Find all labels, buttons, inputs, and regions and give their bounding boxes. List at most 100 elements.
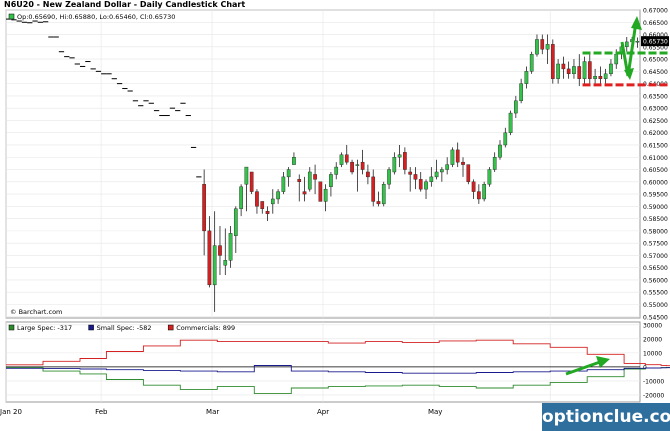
cot-legend-swatch xyxy=(167,324,174,331)
price-tick-label: 0.64500 xyxy=(643,69,668,76)
x-tick-label: Apr xyxy=(317,408,329,416)
price-tick-label: 0.60000 xyxy=(643,179,668,186)
candle-up xyxy=(593,76,597,79)
price-tick-label: 0.60500 xyxy=(643,167,668,174)
candle-down xyxy=(403,152,407,170)
x-tick-label: Feb xyxy=(95,408,108,416)
candle-down xyxy=(540,39,545,50)
candle-down xyxy=(461,161,465,165)
candle-down xyxy=(302,191,307,195)
candle-down xyxy=(344,154,349,163)
candle-down xyxy=(313,174,317,180)
price-tick-label: 0.65000 xyxy=(643,57,668,64)
price-tick-label: 0.62500 xyxy=(643,118,668,125)
candle-up xyxy=(233,208,238,236)
candle-up xyxy=(397,154,402,158)
candle-up xyxy=(292,157,296,165)
candle-down xyxy=(566,68,571,75)
candle-down xyxy=(413,174,418,180)
candle-up xyxy=(603,73,608,79)
price-tick-label: 0.61000 xyxy=(643,155,668,162)
price-tick-label: 0.63000 xyxy=(643,106,668,113)
candle-up xyxy=(228,233,233,261)
candle-up xyxy=(614,53,619,65)
price-tick-label: 0.58000 xyxy=(643,228,668,235)
candle-up xyxy=(286,169,291,178)
candle-down xyxy=(218,245,222,256)
candle-up xyxy=(223,260,228,266)
candle-up xyxy=(329,174,333,187)
candle-down xyxy=(550,44,555,79)
price-tick-label: 0.56500 xyxy=(643,265,668,272)
candle-up xyxy=(535,39,539,55)
candle-down xyxy=(202,184,206,232)
candle-down xyxy=(249,171,254,192)
candle-up xyxy=(572,66,576,75)
candle-up xyxy=(239,186,243,209)
candle-up xyxy=(355,164,360,166)
candle-down xyxy=(477,191,481,200)
cot-legend-swatch xyxy=(8,324,15,331)
candle-up xyxy=(450,149,455,165)
price-tick-label: 0.58500 xyxy=(643,216,668,223)
candle-down xyxy=(350,161,354,173)
candle-up xyxy=(424,181,428,190)
candle-up xyxy=(503,132,508,146)
candle-up xyxy=(244,166,249,185)
candle-up xyxy=(635,40,640,43)
candle-up xyxy=(440,169,444,173)
candle-up xyxy=(492,157,497,170)
candle-up xyxy=(487,169,492,185)
price-tick-label: 0.55000 xyxy=(643,302,668,309)
candle-down xyxy=(371,176,376,202)
candle-up xyxy=(334,166,339,175)
cot-tick-label: 30000 xyxy=(643,322,662,329)
candle-up xyxy=(276,191,280,200)
candle-down xyxy=(561,63,566,70)
candle-up xyxy=(281,176,286,192)
cot-legend-label: Small Spec: -582 xyxy=(97,324,152,332)
candle-up xyxy=(339,154,344,165)
cot-legend-label: Large Spec: -317 xyxy=(17,324,72,332)
candle-down xyxy=(366,171,370,178)
last-price-label: 0.65730 xyxy=(643,39,668,46)
candle-down xyxy=(255,191,259,207)
candle-up xyxy=(545,44,550,50)
price-tick-label: 0.54500 xyxy=(643,314,668,321)
candle-up xyxy=(392,157,397,173)
candle-up xyxy=(519,83,523,102)
candle-up xyxy=(270,198,275,205)
cot-legend-label: Commercials: 899 xyxy=(176,324,235,332)
candle-up xyxy=(387,169,391,185)
candle-up xyxy=(508,112,513,133)
candle-up xyxy=(529,53,534,72)
candle-down xyxy=(577,66,582,79)
cot-tick-label: 20000 xyxy=(643,336,662,343)
candle-down xyxy=(471,181,476,192)
candle-up xyxy=(556,63,560,79)
price-tick-label: 0.61500 xyxy=(643,142,668,149)
chart-title: N6U20 - New Zealand Dollar - Daily Candl… xyxy=(4,0,246,9)
cot-tick-label: -20000 xyxy=(643,392,664,399)
candle-down xyxy=(408,171,413,175)
candle-up xyxy=(212,245,217,286)
candle-up xyxy=(524,71,529,84)
candle-up xyxy=(381,184,386,205)
candle-up xyxy=(624,41,629,48)
price-tick-label: 0.55500 xyxy=(643,290,668,297)
price-tick-label: 0.62000 xyxy=(643,130,668,137)
candle-up xyxy=(323,188,328,202)
candle-down xyxy=(466,164,471,182)
candle-up xyxy=(482,184,486,200)
ohlc-legend: Op:0.65690, Hi:0.65880, Lo:0.65460, Cl:0… xyxy=(17,13,175,21)
candle-down xyxy=(418,179,423,190)
candle-up xyxy=(514,100,518,114)
chart-canvas: 0.670000.665000.660000.655000.650000.645… xyxy=(0,8,670,416)
candle-up xyxy=(445,164,449,170)
x-tick-label: May xyxy=(428,408,442,416)
candle-up xyxy=(582,61,587,79)
price-tick-label: 0.59000 xyxy=(643,204,668,211)
candle-up xyxy=(307,171,312,190)
price-tick-label: 0.63500 xyxy=(643,93,668,100)
credit-text: © Barchart.com xyxy=(10,308,62,316)
